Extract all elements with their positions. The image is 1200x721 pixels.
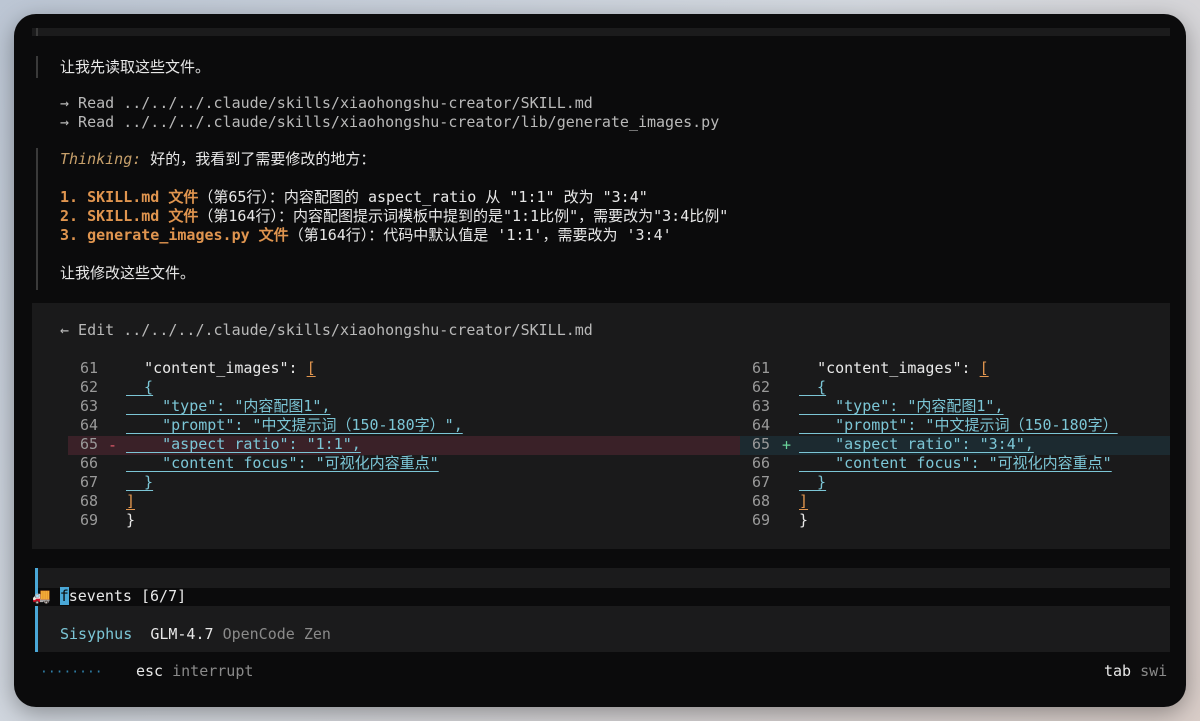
list-item: 2. SKILL.md 文件（第164行）：内容配图提示词模板中提到的是"1:1… [60,207,728,226]
code-line: "content_images": [ [126,359,463,378]
thinking-line: Thinking: 好的，我看到了需要修改的地方： [60,150,375,169]
code-line: } [799,473,827,491]
list-file: generate_images.py 文件 [87,226,289,244]
list-text: （第164行）：代码中默认值是 '1:1'，需要改为 '3:4' [288,226,672,244]
edit-header[interactable]: ← Edit ../../../.claude/skills/xiaohongs… [60,321,593,340]
list-file: SKILL.md 文件 [87,207,199,225]
right-line-numbers: 61 62 63 64 65 66 67 68 69 [740,359,770,530]
tab-label: swi [1140,662,1168,680]
line-number: 69 [751,511,770,529]
code-token: [ [306,359,316,377]
line-number: 67 [751,473,770,491]
top-strip [32,28,1170,36]
read-tool-line[interactable]: → Read ../../../.claude/skills/xiaohongs… [60,94,593,113]
line-number: 63 [751,397,770,415]
provider-name: OpenCode Zen [222,625,331,643]
thinking-label: Thinking: [60,150,142,168]
terminal-window: 让我先读取这些文件。 → Read ../../../.claude/skill… [14,14,1186,707]
list-number: 3. [60,226,88,244]
list-number: 2. [60,207,88,225]
truck-icon: 🚚 [32,587,51,605]
list-item: 3. generate_images.py 文件（第164行）：代码中默认值是 … [60,226,672,245]
message-bar [36,28,38,36]
code-token: "content_images": [817,359,980,377]
edit-diff-panel: ← Edit ../../../.claude/skills/xiaohongs… [32,303,1170,549]
line-number: 65 [751,435,770,453]
line-number: 67 [79,473,98,491]
added-marker: + [782,436,792,454]
code-line: "content_images": [ [799,359,1118,378]
message-bar [36,56,38,78]
tab-hint[interactable]: tab swi [1104,662,1167,681]
list-text: （第65行）：内容配图的 aspect_ratio 从 "1:1" 改为 "3:… [198,188,648,206]
line-number: 65 [79,435,98,453]
tab-key: tab [1104,662,1132,680]
code-line: ] [126,492,136,510]
line-number: 62 [79,378,98,396]
right-code: "content_images": [ { "type": "内容配图1", "… [799,359,1118,530]
line-number: 64 [79,416,98,434]
outro-text: 让我修改这些文件。 [60,264,196,282]
code-line: "prompt": "中文提示词（150-180字） [799,416,1118,434]
code-line: ] [799,492,809,510]
esc-hint[interactable]: esc interrupt [136,662,253,681]
line-number: 69 [79,511,98,529]
loading-dots: ········ [40,665,103,680]
esc-key: esc [136,662,164,680]
code-line: "content_focus": "可视化内容重点" [799,454,1112,472]
line-number: 66 [79,454,98,472]
agent-model-line: Sisyphus GLM-4.7 OpenCode Zen [60,625,331,644]
model-name[interactable]: GLM-4.7 [150,625,213,643]
left-line-numbers: 61 62 63 64 65 66 67 68 69 [68,359,98,530]
code-line: "aspect_ratio": "3:4", [799,435,1034,453]
code-line: "aspect_ratio": "1:1", [126,435,361,453]
esc-label: interrupt [172,662,254,680]
code-token: "content_images": [144,359,307,377]
code-line: "type": "内容配图1", [799,397,1004,415]
code-line: } [126,511,136,529]
thinking-text: 好的，我看到了需要修改的地方： [141,150,376,168]
task-status-line: 🚚 fsevents [6/7] [32,587,186,606]
text-cursor: f [59,587,69,605]
code-line: { [799,378,827,396]
line-number: 64 [751,416,770,434]
line-number: 68 [751,492,770,510]
intro-text: 让我先读取这些文件。 [60,58,211,76]
code-line: "prompt": "中文提示词（150-180字）", [126,416,463,434]
code-line: { [126,378,154,396]
code-line: } [126,473,154,491]
list-file: SKILL.md 文件 [87,188,199,206]
left-code: "content_images": [ { "type": "内容配图1", "… [126,359,463,530]
thinking-bar [36,148,38,290]
list-text: （第164行）：内容配图提示词模板中提到的是"1:1比例"，需要改为"3:4比例… [198,207,729,225]
line-number: 61 [751,359,770,377]
removed-marker: - [108,436,118,454]
input-strip [38,568,1170,588]
line-number: 61 [79,359,98,377]
read-tool-line[interactable]: → Read ../../../.claude/skills/xiaohongs… [60,113,719,132]
line-number: 62 [751,378,770,396]
code-token: [ [979,359,989,377]
code-line: "type": "内容配图1", [126,397,331,415]
task-progress: sevents [6/7] [68,587,187,605]
line-number: 68 [79,492,98,510]
line-number: 63 [79,397,98,415]
list-item: 1. SKILL.md 文件（第65行）：内容配图的 aspect_ratio … [60,188,648,207]
list-number: 1. [60,188,88,206]
agent-name[interactable]: Sisyphus [60,625,132,643]
line-number: 66 [751,454,770,472]
code-line: "content_focus": "可视化内容重点" [126,454,439,472]
code-line: } [799,511,809,529]
